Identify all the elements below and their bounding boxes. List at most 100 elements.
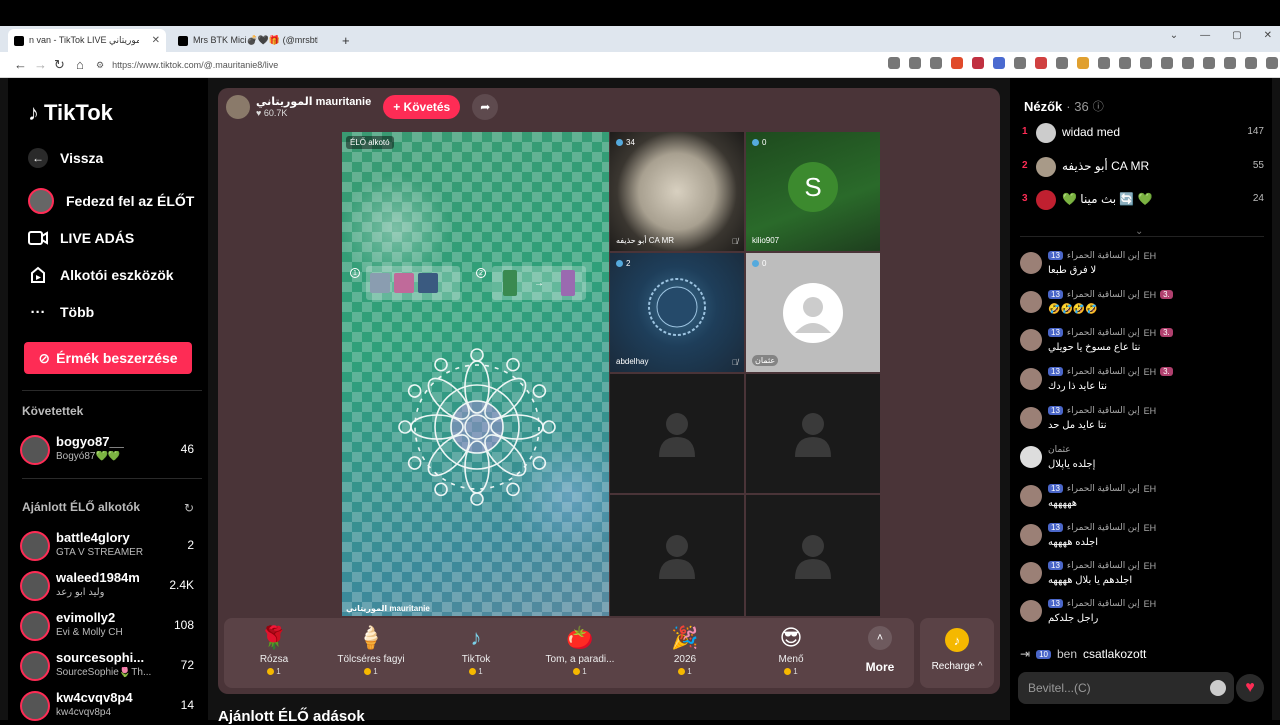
empty-seat[interactable] (746, 374, 880, 493)
gift-item[interactable]: 🎉 2026 1 (635, 622, 735, 676)
avatar[interactable] (1020, 407, 1042, 429)
gift-price-value: 1 (582, 667, 587, 676)
recharge-button[interactable]: ♪ Recharge ^ (920, 618, 994, 688)
extension-icon[interactable] (1245, 57, 1257, 69)
extension-icon[interactable] (1098, 57, 1110, 69)
avatar[interactable] (1020, 252, 1042, 274)
gift-item[interactable]: 🍅 Tom, a paradi... 1 (530, 622, 630, 676)
brave-shield-icon[interactable] (951, 57, 963, 69)
recommended-item[interactable]: kw4cvqv8p4 kw4cvqv8p4 14 (20, 688, 200, 724)
coin-icon: ⊘ (38, 349, 51, 366)
back-arrow-icon[interactable]: ← (14, 57, 27, 72)
browser-tab-active[interactable]: n van - TikTok LIVE الموريتاني ✕ (8, 29, 166, 52)
guest-seat[interactable]: 0 S kilio907 (746, 132, 880, 251)
follow-button[interactable]: + Követés (383, 95, 461, 119)
translate-icon[interactable] (993, 57, 1005, 69)
recommended-item[interactable]: battle4glory GTA V STREAMER 2 (20, 528, 200, 564)
message-user[interactable]: إبن الساقية الحمراء (1067, 522, 1140, 533)
empty-seat[interactable] (610, 495, 744, 616)
extension-icon[interactable] (1014, 57, 1026, 69)
extension-icon[interactable] (888, 57, 900, 69)
empty-seat[interactable] (610, 374, 744, 493)
close-tab-icon[interactable]: ✕ (152, 35, 160, 46)
extension-icon[interactable] (1224, 57, 1236, 69)
message-user[interactable]: إبن الساقية الحمراء (1067, 250, 1140, 261)
tab-search-icon[interactable]: ⌄ (1170, 30, 1178, 41)
message-user[interactable]: إبن الساقية الحمراء (1067, 560, 1140, 571)
level-badge: 13 (1048, 523, 1063, 532)
emoji-icon[interactable] (1210, 680, 1226, 696)
message-user[interactable]: إبن الساقية الحمراء (1067, 405, 1140, 416)
rewards-icon[interactable] (972, 57, 984, 69)
avatar[interactable] (1020, 524, 1042, 546)
message-user[interactable]: إبن الساقية الحمراء (1067, 598, 1140, 609)
top-viewer[interactable]: 2 أبو حذيفه CA MR 55 (1022, 155, 1266, 179)
guest-seat[interactable]: 0 عثمان (746, 253, 880, 372)
extension-icon[interactable] (1056, 57, 1068, 69)
nav-live[interactable]: LIVE ADÁS (28, 228, 134, 248)
url-field[interactable]: ⚙ https://www.tiktok.com/@.mauritanie8/l… (96, 56, 896, 74)
host-info[interactable]: الموريتاني mauritanie ♥ 60.7K (256, 96, 371, 118)
avatar[interactable] (1020, 329, 1042, 351)
top-viewer[interactable]: 1 widad med 147 (1022, 121, 1266, 145)
close-window-button[interactable]: ✕ (1264, 30, 1272, 41)
avatar[interactable] (1020, 368, 1042, 390)
gift-item[interactable]: ♪ TikTok 1 (426, 622, 526, 676)
nav-creator-tools[interactable]: Alkotói eszközök (28, 265, 174, 285)
nav-explore-live[interactable]: Fedezd fel az ÉLŐT (28, 188, 194, 214)
recommended-item[interactable]: waleed1984m وليد ابو رعد 2.4K (20, 568, 200, 604)
extension-icon[interactable] (1077, 57, 1089, 69)
host-avatar[interactable] (226, 95, 250, 119)
help-icon[interactable]: ⓘ (1093, 98, 1104, 114)
media-icon[interactable] (1161, 57, 1173, 69)
back-link[interactable]: ← Vissza (28, 148, 103, 168)
wallet-icon[interactable] (1203, 57, 1215, 69)
joined-user[interactable]: ben (1057, 647, 1077, 661)
recommended-item[interactable]: sourcesophi... SourceSophie🌷Th... 72 (20, 648, 200, 684)
chat-input[interactable] (1028, 681, 1198, 695)
share-icon[interactable] (930, 57, 942, 69)
like-heart-button[interactable]: ♥ (1236, 674, 1264, 702)
extension-icon[interactable] (1119, 57, 1131, 69)
creator-name: bogyo87__ (56, 434, 124, 449)
recommended-item[interactable]: evimolly2 Évi & Molly CH 108 (20, 608, 200, 644)
vpn-icon[interactable] (1266, 57, 1278, 69)
avatar[interactable] (1020, 446, 1042, 468)
avatar[interactable] (1020, 562, 1042, 584)
top-viewer[interactable]: 3 💚 بث مينا 🔄 💚 24 (1022, 188, 1266, 212)
message-user[interactable]: عثمان (1048, 444, 1071, 455)
sidebar-icon[interactable] (1182, 57, 1194, 69)
message-user[interactable]: إبن الساقية الحمراء (1067, 289, 1140, 300)
browser-tab[interactable]: Mrs BTK Mici💣🖤🎁 (@mrsbtk) | T (172, 29, 332, 52)
tiktok-logo[interactable]: ♪ TikTok (28, 100, 113, 126)
message-user[interactable]: إبن الساقية الحمراء (1067, 366, 1140, 377)
host-video[interactable]: ÉLŐ alkotó 1 2 → الموريتاني mauritanie (342, 132, 609, 616)
gift-item[interactable]: 😎 Menő 1 (741, 622, 841, 676)
guest-seat[interactable]: 34 أبو حذيفه CA MR 🎙̸ (610, 132, 744, 251)
more-gifts-button[interactable]: ˄ More (860, 626, 900, 674)
get-coins-button[interactable]: ⊘ Érmék beszerzése (24, 342, 192, 374)
extension-icon[interactable] (1140, 57, 1152, 69)
message-user[interactable]: إبن الساقية الحمراء (1067, 327, 1140, 338)
avatar[interactable] (1020, 291, 1042, 313)
hls-extension-icon[interactable] (1035, 57, 1047, 69)
minimize-button[interactable]: — (1200, 30, 1210, 41)
avatar[interactable] (1020, 485, 1042, 507)
share-icon[interactable]: ➦ (472, 94, 499, 120)
avatar[interactable] (1020, 600, 1042, 622)
forward-arrow-icon[interactable]: → (34, 57, 47, 72)
following-item[interactable]: bogyo87__ Bogyó87💚💚 46 (20, 432, 200, 468)
nav-more[interactable]: ··· Több (28, 302, 95, 322)
site-info-icon[interactable]: ⚙ (96, 60, 104, 71)
new-tab-button[interactable]: + (336, 29, 356, 52)
reload-icon[interactable]: ↻ (54, 57, 65, 73)
gift-item[interactable]: 🌹 Rózsa 1 (224, 622, 324, 676)
zoom-icon[interactable] (909, 57, 921, 69)
maximize-button[interactable]: ▢ (1232, 30, 1241, 41)
home-icon[interactable]: ⌂ (76, 57, 84, 72)
guest-seat[interactable]: 2 abdelhay 🎙̸ (610, 253, 744, 372)
empty-seat[interactable] (746, 495, 880, 616)
refresh-icon[interactable]: ↻ (184, 501, 194, 515)
gift-item[interactable]: 🍦 Tölcséres fagyi 1 (321, 622, 421, 676)
message-user[interactable]: إبن الساقية الحمراء (1067, 483, 1140, 494)
